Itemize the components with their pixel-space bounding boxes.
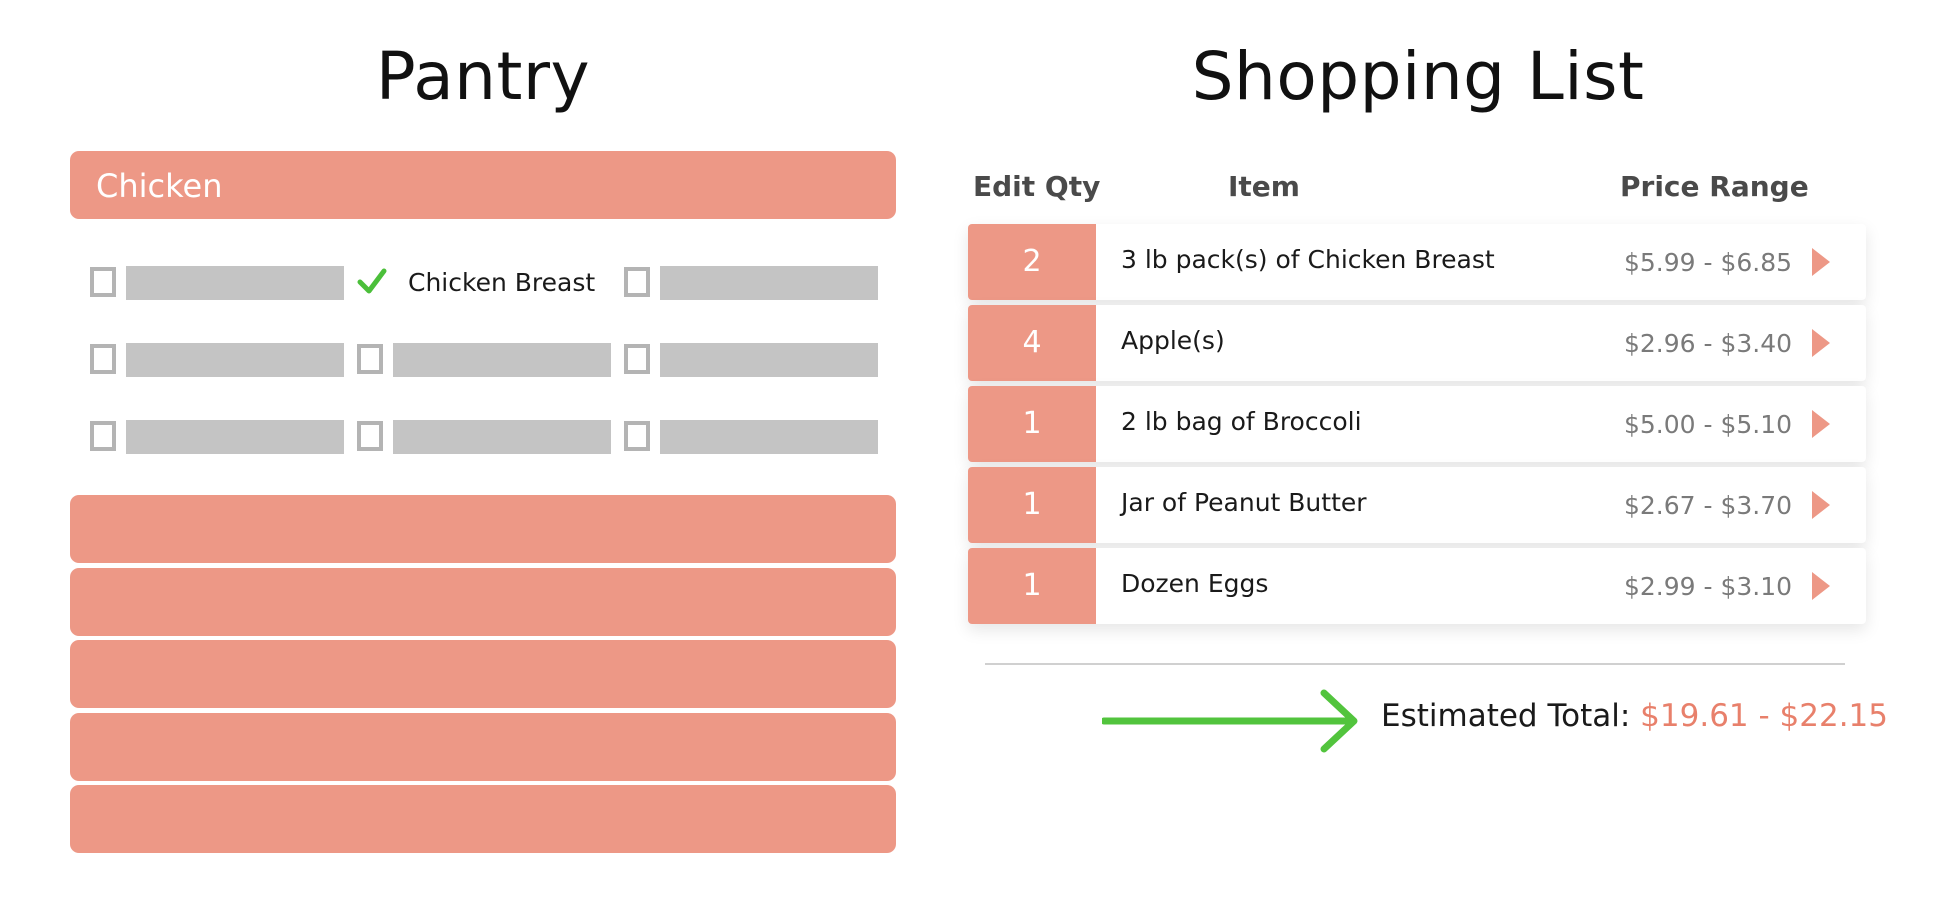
list-row: 1 Jar of Peanut Butter $2.67 - $3.70 (968, 467, 1866, 543)
qty-edit-button[interactable]: 1 (968, 548, 1096, 624)
total-value: $19.61 - $22.15 (1640, 698, 1889, 734)
column-header-price-range: Price Range (1620, 170, 1809, 203)
pantry-item (355, 416, 620, 454)
item-checkbox[interactable] (90, 421, 116, 451)
item-placeholder (126, 266, 344, 300)
item-placeholder (126, 420, 344, 454)
row-price-range: $2.96 - $3.40 (1624, 329, 1793, 358)
category-header[interactable] (70, 640, 896, 708)
item-label: Chicken Breast (408, 268, 596, 297)
list-row: 2 3 lb pack(s) of Chicken Breast $5.99 -… (968, 224, 1866, 300)
row-item-name: Apple(s) (1121, 326, 1225, 355)
row-item-name: Dozen Eggs (1121, 569, 1269, 598)
row-price-range: $2.99 - $3.10 (1624, 572, 1793, 601)
pantry-item (622, 262, 887, 300)
row-item-name: 3 lb pack(s) of Chicken Breast (1121, 245, 1495, 274)
qty-edit-button[interactable]: 2 (968, 224, 1096, 300)
item-checkbox[interactable] (624, 344, 650, 374)
play-arrow-icon[interactable] (1810, 570, 1832, 602)
item-placeholder (126, 343, 344, 377)
category-label: Chicken (96, 167, 223, 205)
pantry-item (622, 416, 887, 454)
row-price-range: $5.99 - $6.85 (1624, 248, 1793, 277)
list-row: 1 2 lb bag of Broccoli $5.00 - $5.10 (968, 386, 1866, 462)
item-placeholder (393, 343, 611, 377)
item-checkbox[interactable] (624, 267, 650, 297)
check-icon[interactable] (356, 264, 388, 298)
play-arrow-icon[interactable] (1810, 246, 1832, 278)
row-item-name: Jar of Peanut Butter (1121, 488, 1367, 517)
category-header[interactable] (70, 785, 896, 853)
play-arrow-icon[interactable] (1810, 489, 1832, 521)
play-arrow-icon[interactable] (1810, 408, 1832, 440)
list-row: 4 Apple(s) $2.96 - $3.40 (968, 305, 1866, 381)
right-arrow-icon (1102, 689, 1358, 753)
row-price-range: $2.67 - $3.70 (1624, 491, 1793, 520)
list-row: 1 Dozen Eggs $2.99 - $3.10 (968, 548, 1866, 624)
column-header-edit-qty: Edit Qty (973, 170, 1101, 203)
row-item-name: 2 lb bag of Broccoli (1121, 407, 1362, 436)
item-placeholder (660, 343, 878, 377)
pantry-item (88, 416, 353, 454)
pantry-item (355, 339, 620, 377)
qty-edit-button[interactable]: 1 (968, 467, 1096, 543)
item-checkbox[interactable] (90, 344, 116, 374)
play-arrow-icon[interactable] (1810, 327, 1832, 359)
column-header-item: Item (1228, 170, 1300, 203)
pantry-item (88, 339, 353, 377)
category-header-chicken[interactable]: Chicken (70, 151, 896, 219)
item-placeholder (393, 420, 611, 454)
category-header[interactable] (70, 495, 896, 563)
pantry-item (88, 262, 353, 300)
item-checkbox[interactable] (90, 267, 116, 297)
item-checkbox[interactable] (357, 421, 383, 451)
shopping-list-title: Shopping List (1191, 38, 1645, 115)
category-header[interactable] (70, 713, 896, 781)
qty-edit-button[interactable]: 1 (968, 386, 1096, 462)
pantry-item-chicken-breast[interactable]: Chicken Breast (356, 262, 656, 298)
qty-edit-button[interactable]: 4 (968, 305, 1096, 381)
category-header[interactable] (70, 568, 896, 636)
item-checkbox[interactable] (624, 421, 650, 451)
pantry-title: Pantry (375, 38, 591, 115)
row-price-range: $5.00 - $5.10 (1624, 410, 1793, 439)
estimated-total: Estimated Total: $19.61 - $22.15 (1381, 698, 1888, 734)
pantry-item (622, 339, 887, 377)
item-checkbox[interactable] (357, 344, 383, 374)
total-label: Estimated Total: (1381, 698, 1631, 734)
divider (985, 663, 1845, 665)
item-placeholder (660, 266, 878, 300)
item-placeholder (660, 420, 878, 454)
